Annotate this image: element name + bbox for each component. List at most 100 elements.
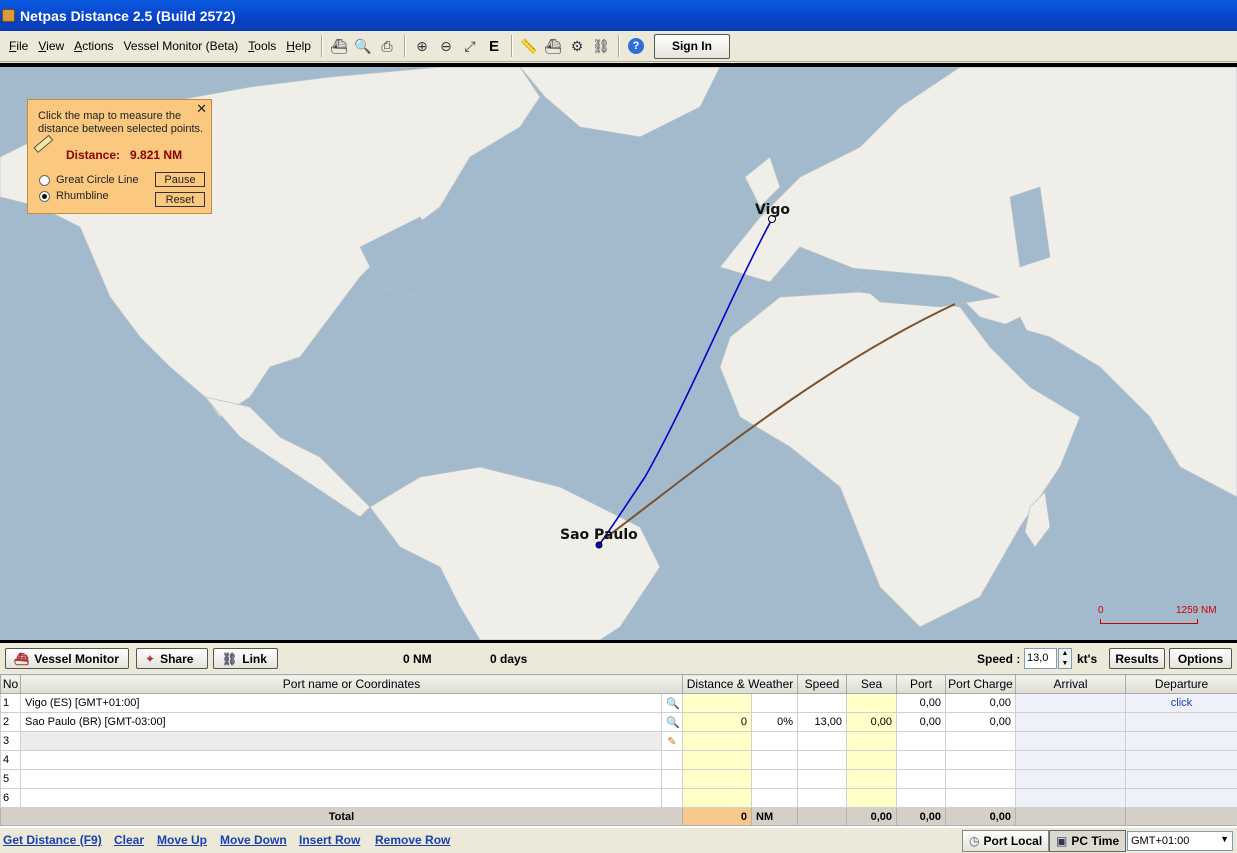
move-up-link[interactable]: Move Up bbox=[157, 833, 207, 847]
eca-icon[interactable]: E bbox=[483, 35, 505, 57]
port-days-cell[interactable]: 0,00 bbox=[896, 693, 946, 713]
table-row[interactable]: 5 bbox=[0, 769, 1237, 789]
port-name-cell[interactable]: Vigo (ES) [GMT+01:00] bbox=[20, 693, 662, 713]
col-departure[interactable]: Departure bbox=[1125, 674, 1237, 694]
menu-item-file[interactable]: File bbox=[4, 39, 33, 53]
link-button[interactable]: ⛓ Link bbox=[213, 648, 278, 669]
great-circle-option[interactable]: Great Circle Line bbox=[39, 174, 139, 186]
row-number[interactable]: 3 bbox=[0, 731, 21, 751]
speed-cell[interactable] bbox=[797, 788, 847, 808]
speed-cell[interactable] bbox=[797, 769, 847, 789]
results-button[interactable]: Results bbox=[1109, 648, 1165, 669]
row-number[interactable]: 4 bbox=[0, 750, 21, 770]
row-icon-cell[interactable]: ✎ bbox=[661, 731, 683, 751]
row-icon-cell[interactable]: 🔍 bbox=[661, 693, 683, 713]
distance-cell[interactable] bbox=[682, 731, 752, 751]
chevron-down-icon[interactable]: ▼ bbox=[1220, 834, 1229, 844]
row-icon-cell[interactable]: 🔍 bbox=[661, 712, 683, 732]
speed-spinner[interactable]: ▲ ▼ bbox=[1058, 648, 1072, 669]
col-port[interactable]: Port bbox=[896, 674, 946, 694]
table-row[interactable]: 3 ✎ bbox=[0, 731, 1237, 751]
pencil-icon[interactable]: ✎ bbox=[667, 736, 676, 748]
port-days-cell[interactable] bbox=[896, 731, 946, 751]
port-days-cell[interactable]: 0,00 bbox=[896, 712, 946, 732]
remove-row-link[interactable]: Remove Row bbox=[375, 833, 450, 847]
port-charge-cell[interactable] bbox=[945, 769, 1016, 789]
pc-time-button[interactable]: ▣ PC Time bbox=[1049, 830, 1127, 852]
arrival-cell[interactable] bbox=[1015, 769, 1126, 789]
zoom-in-icon[interactable]: ⊕ bbox=[411, 35, 433, 57]
weather-cell[interactable] bbox=[751, 731, 798, 751]
weather-cell[interactable] bbox=[751, 693, 798, 713]
insert-row-link[interactable]: Insert Row bbox=[299, 833, 360, 847]
departure-cell[interactable] bbox=[1125, 788, 1237, 808]
table-row[interactable]: 1 Vigo (ES) [GMT+01:00] 🔍 0,00 0,00 click bbox=[0, 693, 1237, 713]
port-name-cell[interactable]: Sao Paulo (BR) [GMT-03:00] bbox=[20, 712, 662, 732]
sea-cell[interactable]: 0,00 bbox=[846, 712, 897, 732]
ruler-icon[interactable]: 📏 bbox=[518, 35, 540, 57]
great-circle-radio[interactable] bbox=[39, 174, 50, 186]
weather-cell[interactable] bbox=[751, 750, 798, 770]
distance-cell[interactable] bbox=[682, 788, 752, 808]
speed-cell[interactable] bbox=[797, 693, 847, 713]
departure-cell[interactable] bbox=[1125, 712, 1237, 732]
arrival-cell[interactable] bbox=[1015, 712, 1126, 732]
print-icon[interactable]: ⎙ bbox=[376, 35, 398, 57]
sea-cell[interactable] bbox=[846, 693, 897, 713]
row-icon-cell[interactable] bbox=[661, 769, 683, 789]
search-icon[interactable]: 🔍 bbox=[666, 698, 680, 710]
distance-cell[interactable] bbox=[682, 693, 752, 713]
departure-cell[interactable] bbox=[1125, 731, 1237, 751]
speed-cell[interactable] bbox=[797, 731, 847, 751]
link-chain-icon[interactable]: ⛓ bbox=[590, 35, 612, 57]
sea-cell[interactable] bbox=[846, 731, 897, 751]
options-button[interactable]: Options bbox=[1169, 648, 1232, 669]
arrival-cell[interactable] bbox=[1015, 750, 1126, 770]
speed-cell[interactable] bbox=[797, 750, 847, 770]
row-number[interactable]: 5 bbox=[0, 769, 21, 789]
vessel-monitor-button[interactable]: ⛴ Vessel Monitor bbox=[5, 648, 129, 669]
col-port-name[interactable]: Port name or Coordinates bbox=[20, 674, 683, 694]
port-name-cell[interactable] bbox=[20, 788, 662, 808]
port-charge-cell[interactable] bbox=[945, 788, 1016, 808]
print-preview-icon[interactable]: 🔍 bbox=[352, 35, 374, 57]
rhumbline-option[interactable]: Rhumbline bbox=[39, 190, 109, 202]
clear-link[interactable]: Clear bbox=[114, 833, 144, 847]
menu-item-view[interactable]: View bbox=[33, 39, 69, 53]
arrival-cell[interactable] bbox=[1015, 693, 1126, 713]
search-icon[interactable]: 🔍 bbox=[666, 717, 680, 729]
sea-cell[interactable] bbox=[846, 769, 897, 789]
help-icon[interactable]: ? bbox=[627, 38, 644, 54]
reset-button[interactable]: Reset bbox=[155, 192, 205, 207]
share-button[interactable]: ✦ Share bbox=[136, 648, 208, 669]
col-sea[interactable]: Sea bbox=[846, 674, 897, 694]
row-number[interactable]: 6 bbox=[0, 788, 21, 808]
sea-cell[interactable] bbox=[846, 788, 897, 808]
row-number[interactable]: 2 bbox=[0, 712, 21, 732]
table-row[interactable]: 6 bbox=[0, 788, 1237, 808]
departure-cell[interactable] bbox=[1125, 750, 1237, 770]
col-speed[interactable]: Speed bbox=[797, 674, 847, 694]
col-port-charge[interactable]: Port Charge bbox=[945, 674, 1016, 694]
row-icon-cell[interactable] bbox=[661, 750, 683, 770]
route-tools-icon[interactable]: ⚙ bbox=[566, 35, 588, 57]
distance-cell[interactable] bbox=[682, 769, 752, 789]
port-charge-cell[interactable] bbox=[945, 750, 1016, 770]
menu-item-vessel-monitor-beta[interactable]: Vessel Monitor (Beta) bbox=[119, 39, 244, 53]
port-charge-cell[interactable] bbox=[945, 731, 1016, 751]
rhumbline-radio[interactable] bbox=[39, 190, 50, 202]
port-charge-cell[interactable]: 0,00 bbox=[945, 693, 1016, 713]
vessel-icon[interactable]: ⛴ bbox=[542, 35, 564, 57]
menu-item-help[interactable]: Help bbox=[281, 39, 316, 53]
timezone-select[interactable]: GMT+01:00 ▼ bbox=[1127, 831, 1233, 851]
col-distance-weather[interactable]: Distance & Weather bbox=[682, 674, 798, 694]
arrival-cell[interactable] bbox=[1015, 731, 1126, 751]
arrival-cell[interactable] bbox=[1015, 788, 1126, 808]
port-days-cell[interactable] bbox=[896, 750, 946, 770]
speed-cell[interactable]: 13,00 bbox=[797, 712, 847, 732]
table-row[interactable]: 4 bbox=[0, 750, 1237, 770]
weather-cell[interactable]: 0% bbox=[751, 712, 798, 732]
get-distance-f9-link[interactable]: Get Distance (F9) bbox=[3, 833, 102, 847]
menu-item-tools[interactable]: Tools bbox=[243, 39, 281, 53]
port-name-cell[interactable] bbox=[20, 731, 662, 751]
